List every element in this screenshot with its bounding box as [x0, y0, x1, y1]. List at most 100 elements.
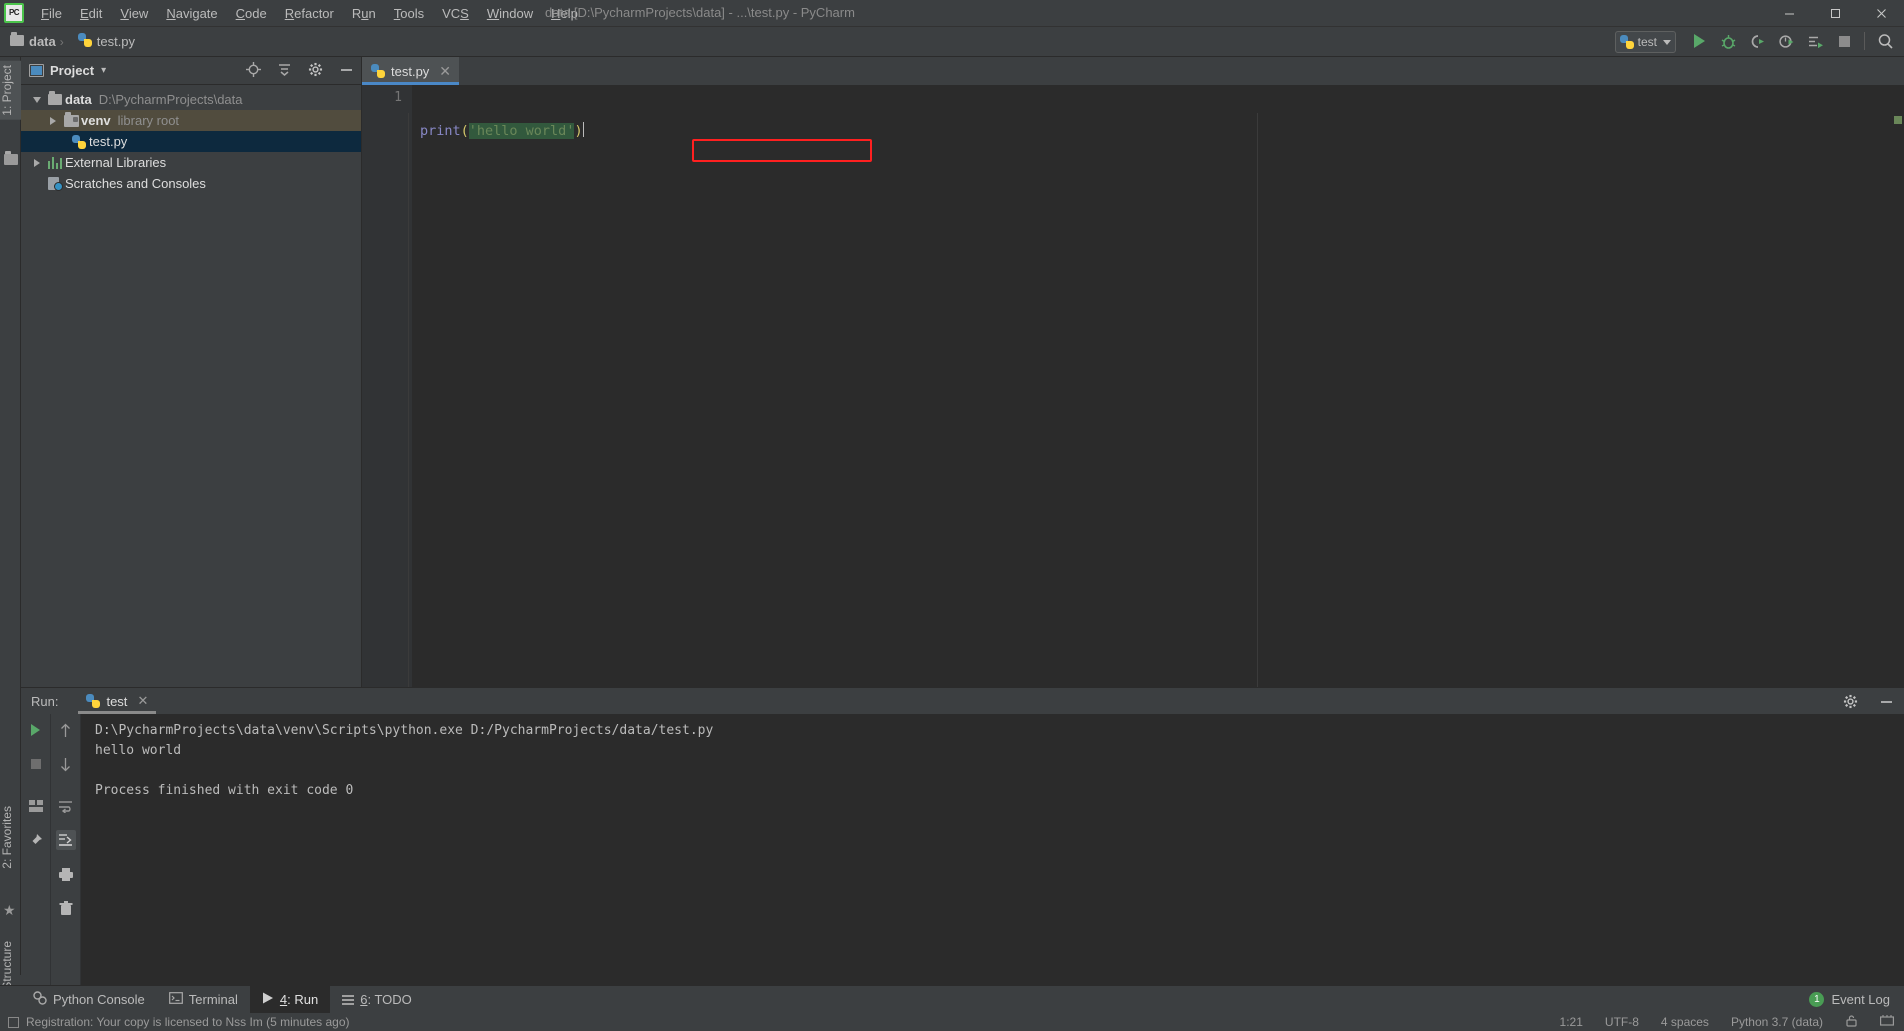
status-interpreter[interactable]: Python 3.7 (data)	[1731, 1015, 1823, 1029]
search-everywhere-button[interactable]	[1876, 32, 1894, 50]
tree-item-venv[interactable]: venv library root	[21, 110, 361, 131]
stop-button[interactable]	[1835, 32, 1853, 50]
close-run-tab-icon[interactable]: ✕	[137, 693, 148, 709]
search-icon	[1878, 33, 1893, 49]
tree-item-testpy[interactable]: test.py	[21, 131, 361, 152]
close-tab-icon[interactable]: ✕	[439, 64, 451, 78]
status-indent[interactable]: 4 spaces	[1661, 1015, 1709, 1029]
project-panel: Project ▾ data D:\PycharmProjects\data v…	[21, 57, 362, 687]
project-panel-title: Project	[50, 63, 95, 78]
menu-item-file[interactable]: File	[32, 2, 71, 25]
sidebar-item-favorites[interactable]: 2: Favorites	[0, 802, 21, 873]
expand-arrow-right-icon[interactable]	[29, 158, 45, 167]
bottom-item-python-console[interactable]: Python Console	[21, 986, 157, 1014]
chevron-down-icon	[1663, 39, 1671, 45]
folder-icon	[10, 32, 24, 46]
gear-icon[interactable]	[307, 61, 324, 78]
code-content[interactable]: print('hello world')	[412, 85, 1904, 687]
inspection-marker[interactable]	[1894, 116, 1902, 124]
pycharm-logo-icon: PC	[4, 3, 24, 23]
gear-icon[interactable]	[1840, 691, 1860, 711]
tree-item-scratches-label: Scratches and Consoles	[65, 176, 206, 191]
attach-button[interactable]	[1806, 32, 1824, 50]
print-button[interactable]	[56, 864, 76, 884]
minimize-button[interactable]	[1766, 0, 1812, 27]
menu-item-refactor[interactable]: Refactor	[276, 2, 343, 25]
scroll-down-icon	[61, 757, 70, 771]
clear-all-button[interactable]	[56, 898, 76, 918]
code-editor[interactable]: 1 print('hello world')	[362, 85, 1904, 687]
run-panel-actions	[1840, 691, 1896, 711]
rerun-button[interactable]	[26, 720, 46, 740]
menu-item-code[interactable]: Code	[227, 2, 276, 25]
scroll-to-end-button[interactable]	[55, 830, 76, 850]
pin-tab-button[interactable]	[26, 830, 46, 850]
print-icon	[58, 867, 73, 881]
menu-item-tools[interactable]: Tools	[385, 2, 433, 25]
status-encoding[interactable]: UTF-8	[1605, 1015, 1639, 1029]
bottom-item-terminal[interactable]: Terminal	[157, 986, 250, 1014]
console-output[interactable]: D:\PycharmProjects\data\venv\Scripts\pyt…	[81, 714, 1904, 1004]
close-button[interactable]	[1858, 0, 1904, 27]
menu-item-run[interactable]: Run	[343, 2, 385, 25]
layout-button[interactable]	[26, 796, 46, 816]
run-config-name: test	[1637, 35, 1657, 49]
bottom-item-python-console-label: Python Console	[53, 992, 145, 1007]
window-title: data [D:\PycharmProjects\data] - ...\tes…	[545, 5, 855, 20]
sidebar-item-project[interactable]: 1: Project	[0, 61, 21, 120]
expand-arrow-right-icon[interactable]	[45, 116, 61, 125]
menu-item-navigate[interactable]: Navigate	[157, 2, 226, 25]
scroll-down-button[interactable]	[56, 754, 76, 774]
run-button[interactable]	[1690, 32, 1708, 50]
maximize-button[interactable]	[1812, 0, 1858, 27]
menu-item-window[interactable]: Window	[478, 2, 542, 25]
scroll-up-button[interactable]	[56, 720, 76, 740]
code-token-function: print	[420, 123, 461, 139]
run-panel-console-toolbar	[51, 714, 81, 1004]
run-configuration-selector[interactable]: test	[1614, 31, 1676, 53]
debug-button[interactable]	[1719, 32, 1737, 50]
breadcrumb-file[interactable]: test.py	[97, 34, 135, 49]
stop-process-button[interactable]	[26, 754, 46, 774]
console-line-4: Process finished with exit code 0	[95, 783, 354, 798]
code-line-1[interactable]: print('hello world')	[420, 122, 1904, 140]
tree-item-data[interactable]: data D:\PycharmProjects\data	[21, 89, 361, 110]
bottom-item-run[interactable]: 4: Run	[249, 985, 331, 1014]
tree-item-scratches[interactable]: Scratches and Consoles	[21, 173, 361, 194]
pin-icon	[29, 833, 42, 847]
select-opened-file-icon[interactable]	[245, 61, 262, 78]
editor-area: test.py ✕ 1 print('hello world')	[362, 57, 1904, 687]
memory-icon[interactable]	[1880, 1014, 1895, 1030]
menu-bar: PC File Edit View Navigate Code Refactor…	[0, 0, 1904, 27]
menu-item-edit[interactable]: Edit	[71, 2, 111, 25]
hide-panel-icon[interactable]	[338, 61, 355, 78]
run-with-coverage-button[interactable]	[1748, 32, 1766, 50]
registration-checkbox-icon[interactable]	[8, 1016, 19, 1028]
profile-button[interactable]	[1777, 32, 1795, 50]
venv-folder-icon	[61, 111, 81, 127]
tree-item-external-libraries[interactable]: External Libraries	[21, 152, 361, 173]
breadcrumb-project[interactable]: data	[29, 34, 56, 49]
stop-icon	[1838, 35, 1850, 47]
folder-icon	[45, 91, 65, 105]
expand-arrow-down-icon[interactable]	[29, 96, 45, 103]
editor-scrollbar[interactable]	[1892, 113, 1904, 687]
gutter-divider	[408, 113, 409, 687]
lock-icon[interactable]	[1845, 1014, 1858, 1030]
menu-item-vcs[interactable]: VCS	[433, 2, 478, 25]
editor-tab-testpy[interactable]: test.py ✕	[362, 57, 460, 85]
project-view-dropdown[interactable]: ▾	[101, 65, 106, 76]
bottom-item-todo[interactable]: 6: TODO	[330, 986, 424, 1014]
soft-wrap-button[interactable]	[56, 796, 76, 816]
status-caret-position[interactable]: 1:21	[1560, 1015, 1583, 1029]
menu-item-view[interactable]: View	[111, 2, 157, 25]
bottom-item-todo-label: 6: TODO	[360, 992, 412, 1007]
right-margin-guide	[1257, 113, 1258, 687]
minimize-icon	[1784, 13, 1794, 15]
hide-panel-icon[interactable]	[1876, 691, 1896, 711]
run-panel-tab-test[interactable]: test ✕	[78, 688, 157, 714]
collapse-all-icon[interactable]	[276, 61, 293, 78]
event-log-button[interactable]: 1 Event Log	[1809, 992, 1890, 1007]
stop-icon	[30, 759, 41, 769]
status-registration[interactable]: Registration: Your copy is licensed to N…	[8, 1015, 349, 1029]
